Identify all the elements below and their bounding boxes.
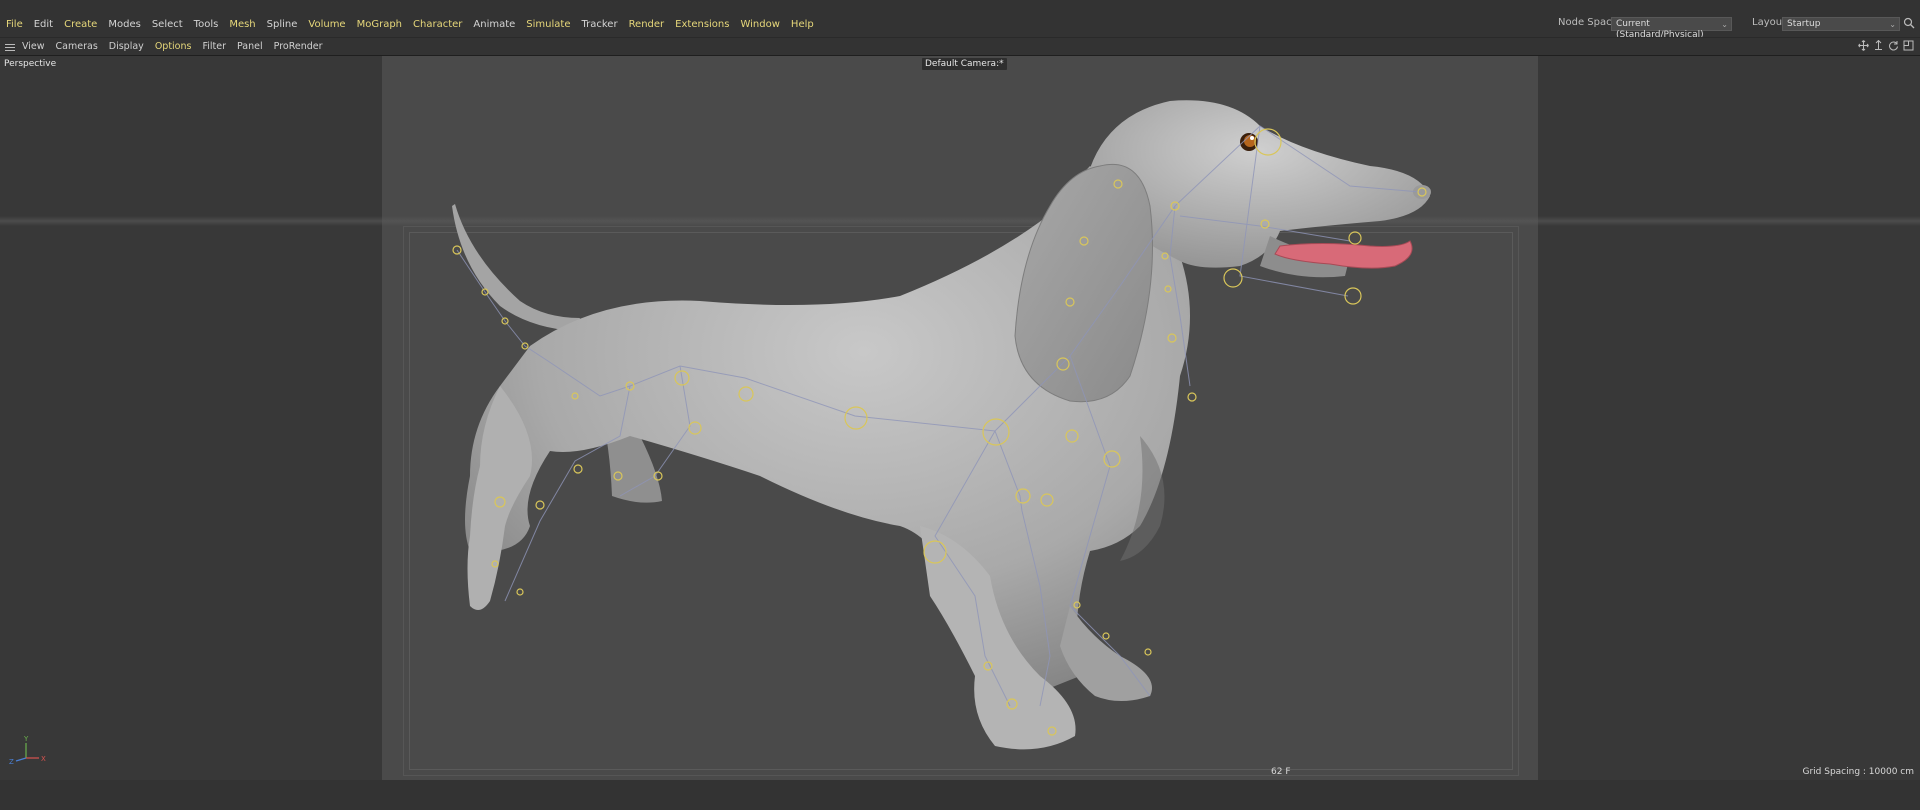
perspective-viewport[interactable]: Perspective Default Camera:* 62 F Grid S… bbox=[0, 55, 1920, 780]
status-bar bbox=[0, 780, 1920, 810]
menu-tools[interactable]: Tools bbox=[194, 19, 219, 30]
viewport-menu-cameras[interactable]: Cameras bbox=[56, 41, 98, 52]
chevron-down-icon: ⌄ bbox=[1889, 20, 1896, 29]
menu-mesh[interactable]: Mesh bbox=[229, 19, 255, 30]
viewport-menu-filter[interactable]: Filter bbox=[202, 41, 226, 52]
menu-mograph[interactable]: MoGraph bbox=[357, 19, 402, 30]
eye-highlight bbox=[1250, 136, 1254, 140]
viewport-toolbar: View Cameras Display Options Filter Panel ProR… bbox=[0, 37, 1920, 55]
front-leg-far bbox=[1060, 606, 1152, 701]
move-view-icon[interactable] bbox=[1858, 40, 1869, 51]
axis-y-label: Y bbox=[23, 735, 29, 743]
camera-name: Default Camera bbox=[925, 59, 997, 69]
rotate-view-icon[interactable] bbox=[1888, 40, 1899, 51]
chevron-down-icon: ⌄ bbox=[1721, 20, 1728, 29]
node-space-select[interactable]: Current (Standard/Physical) ⌄ bbox=[1611, 17, 1732, 40]
camera-suffix: :* bbox=[996, 59, 1004, 69]
menu-simulate[interactable]: Simulate bbox=[526, 19, 570, 30]
menu-render[interactable]: Render bbox=[629, 19, 665, 30]
menu-spline[interactable]: Spline bbox=[267, 19, 298, 30]
menu-create[interactable]: Create bbox=[64, 19, 97, 30]
viewport-menu-options[interactable]: Options bbox=[155, 41, 192, 52]
menu-volume[interactable]: Volume bbox=[308, 19, 345, 30]
menu-window[interactable]: Window bbox=[740, 19, 779, 30]
menu-help[interactable]: Help bbox=[791, 19, 814, 30]
axis-x-label: X bbox=[41, 755, 46, 763]
menu-extensions[interactable]: Extensions bbox=[675, 19, 729, 30]
menu-modes[interactable]: Modes bbox=[108, 19, 140, 30]
axis-z-label: Z bbox=[9, 758, 14, 766]
viewport-menu-panel[interactable]: Panel bbox=[237, 41, 263, 52]
grid-spacing-label: Grid Spacing : 10000 cm bbox=[1802, 767, 1914, 777]
menu-character[interactable]: Character bbox=[413, 19, 462, 30]
main-menu: File Edit Create Modes Select Tools Mesh Spline… bbox=[6, 19, 825, 30]
viewport-menu: View Cameras Display Options Filter Panel ProR… bbox=[22, 41, 334, 52]
hamburger-icon[interactable] bbox=[5, 44, 15, 51]
layout-select[interactable]: Startup ⌄ bbox=[1782, 17, 1900, 31]
view-navigation-icons bbox=[1858, 40, 1914, 51]
menu-animate[interactable]: Animate bbox=[473, 19, 515, 30]
menu-select[interactable]: Select bbox=[152, 19, 183, 30]
frame-counter: 62 F bbox=[1271, 767, 1291, 777]
menu-edit[interactable]: Edit bbox=[34, 19, 53, 30]
menu-tracker[interactable]: Tracker bbox=[581, 19, 617, 30]
viewport-projection-label[interactable]: Perspective bbox=[4, 59, 56, 69]
camera-label[interactable]: Default Camera:* bbox=[922, 58, 1007, 70]
world-axis-icon: Y X Z bbox=[9, 735, 46, 766]
tail bbox=[452, 204, 580, 331]
viewport-menu-display[interactable]: Display bbox=[109, 41, 144, 52]
maximize-view-icon[interactable] bbox=[1903, 40, 1914, 51]
eye-iris bbox=[1244, 135, 1256, 147]
search-icon[interactable] bbox=[1903, 17, 1915, 29]
dachshund-model[interactable] bbox=[0, 56, 1920, 780]
ear bbox=[1014, 163, 1153, 403]
viewport-menu-prorender[interactable]: ProRender bbox=[274, 41, 323, 52]
dolly-view-icon[interactable] bbox=[1873, 40, 1884, 51]
viewport-menu-view[interactable]: View bbox=[22, 41, 45, 52]
menu-file[interactable]: File bbox=[6, 19, 23, 30]
layout-value: Startup bbox=[1787, 19, 1821, 29]
